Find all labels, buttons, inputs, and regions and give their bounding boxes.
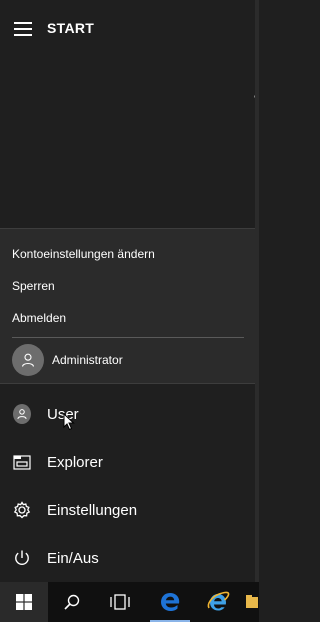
- hamburger-menu-icon[interactable]: [14, 22, 32, 36]
- edge-icon: [161, 593, 180, 611]
- file-explorer-icon: [13, 453, 31, 471]
- mouse-cursor-icon: [63, 413, 75, 431]
- edge-browser-button[interactable]: [146, 582, 194, 622]
- folder-taskbar-button[interactable]: [242, 582, 259, 622]
- windows-start-button[interactable]: [0, 582, 48, 622]
- windows-logo-icon: [16, 594, 32, 610]
- switch-user-administrator[interactable]: Administrator: [12, 344, 123, 376]
- sign-out-item[interactable]: Abmelden: [12, 311, 66, 325]
- power-label: Ein/Aus: [47, 549, 99, 567]
- lock-item[interactable]: Sperren: [12, 279, 55, 293]
- administrator-label: Administrator: [52, 353, 123, 367]
- internet-explorer-button[interactable]: [194, 582, 242, 622]
- search-button[interactable]: [48, 582, 96, 622]
- power-icon: [13, 549, 31, 567]
- explorer-label: Explorer: [47, 453, 103, 471]
- account-flyout: Kontoeinstellungen ändern Sperren Abmeld…: [0, 228, 256, 384]
- folder-icon: [245, 595, 258, 608]
- internet-explorer-icon: [207, 591, 230, 611]
- start-header: START: [0, 0, 255, 56]
- user-avatar-icon: [12, 344, 44, 376]
- search-icon: [64, 594, 80, 610]
- task-view-icon: [110, 594, 130, 610]
- user-account-button[interactable]: User: [0, 390, 255, 438]
- change-account-settings-item[interactable]: Kontoeinstellungen ändern: [12, 247, 155, 261]
- explorer-button[interactable]: Explorer: [0, 438, 255, 486]
- task-view-button[interactable]: [96, 582, 144, 622]
- start-menu: START ▪ Kontoeinstellungen ändern Sperre…: [0, 0, 257, 582]
- power-button[interactable]: Ein/Aus: [0, 534, 255, 582]
- settings-button[interactable]: Einstellungen: [0, 486, 255, 534]
- gear-icon: [13, 501, 31, 519]
- start-title: START: [47, 20, 95, 36]
- flyout-divider: [12, 337, 244, 338]
- settings-label: Einstellungen: [47, 501, 138, 519]
- taskbar: [0, 582, 259, 622]
- tiles-edge: [255, 0, 259, 582]
- user-avatar-icon: [13, 404, 31, 424]
